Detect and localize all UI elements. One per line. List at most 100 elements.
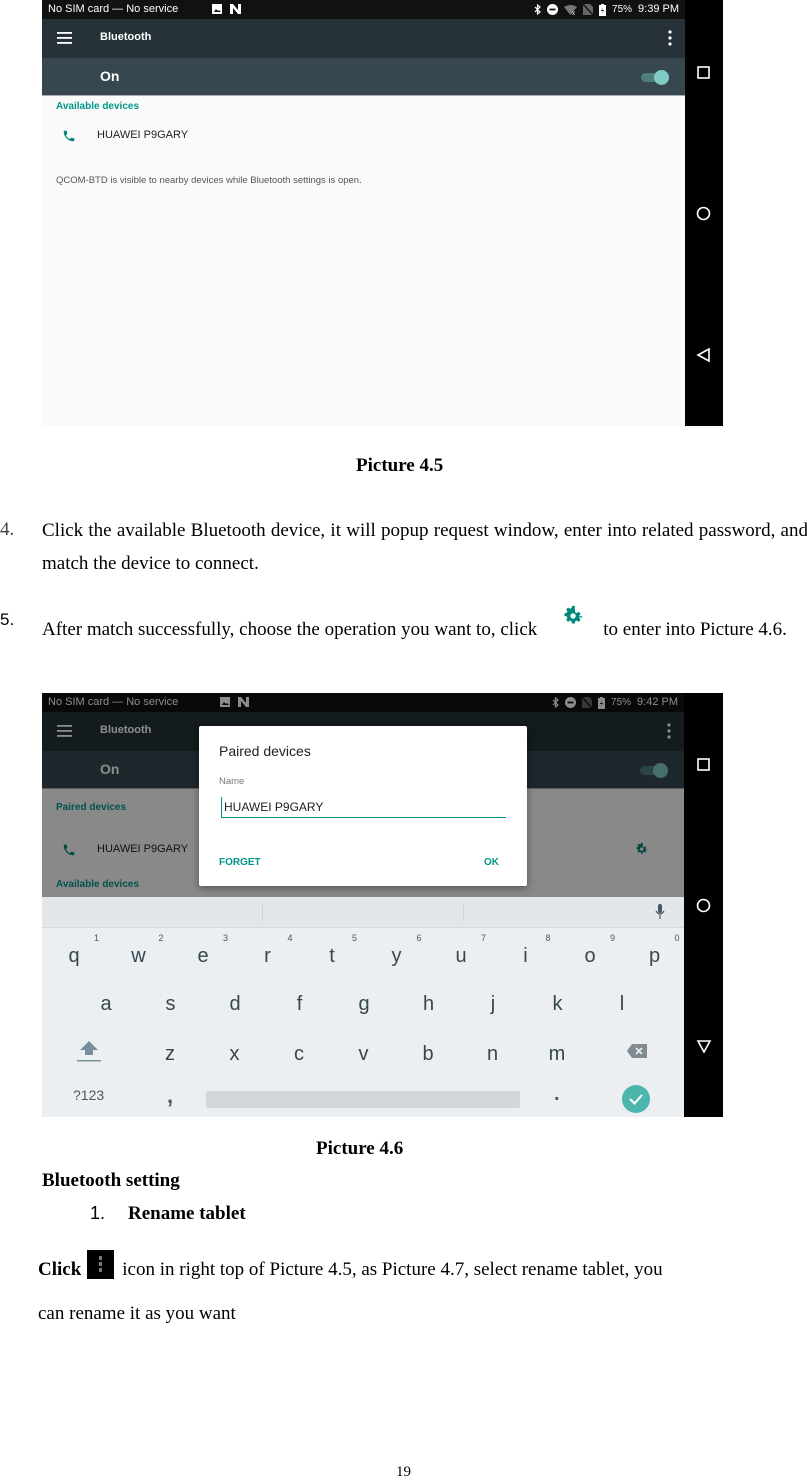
battery-charging-icon [599,3,607,16]
step-5-paragraph: After match successfully, choose the ope… [42,603,807,650]
symbols-key[interactable]: ?123 [73,1087,104,1103]
home-icon[interactable] [696,898,712,914]
clock: 9:39 PM [638,3,679,15]
key-h[interactable]: h [414,989,444,1019]
device-list-item[interactable]: HUAWEI P9GARY [42,123,685,151]
key-hint-0: 0 [674,933,680,943]
comma-key[interactable]: , [167,1083,173,1109]
bluetooth-toggle[interactable] [641,70,669,85]
home-icon[interactable] [696,206,712,222]
rename-text-line1: icon in right top of Picture 4.5, as Pic… [122,1259,663,1280]
key-hint-9: 9 [610,933,616,943]
step-5-text-after: to enter into Picture 4.6. [603,619,787,640]
caption-picture-4-5: Picture 4.5 [356,455,444,476]
check-icon [629,1094,643,1105]
more-options-icon [87,1250,115,1279]
key-hint-3: 3 [223,933,229,943]
key-e[interactable]: e [188,941,218,971]
hamburger-menu-icon[interactable] [57,32,72,44]
recents-icon[interactable] [696,65,712,81]
key-o[interactable]: o [575,941,605,971]
suggestion-divider [463,903,464,921]
microphone-icon[interactable] [655,904,665,920]
bluetooth-switch-bar[interactable]: On [42,58,685,96]
key-hint-6: 6 [416,933,422,943]
screenshot-picture-4-5: No SIM card — No service x 75% 9:39 PM B… [42,0,723,426]
done-key[interactable] [622,1085,650,1113]
device-name: HUAWEI P9GARY [97,129,189,141]
visibility-hint: QCOM-BTD is visible to nearby devices wh… [56,175,362,186]
key-g[interactable]: g [349,989,379,1019]
ok-button[interactable]: OK [484,857,499,868]
key-y[interactable]: y [382,941,412,971]
key-hint-2: 2 [158,933,164,943]
rename-text-line2: can rename it as you want [38,1303,236,1324]
key-i[interactable]: i [511,941,541,971]
page-number: 19 [396,1464,411,1480]
key-hint-7: 7 [481,933,487,943]
forget-button[interactable]: FORGET [219,857,261,868]
key-hint-4: 4 [287,933,293,943]
navigation-bar [685,0,723,426]
key-c[interactable]: c [284,1039,314,1069]
subsection-number: 1. [90,1203,106,1223]
key-q[interactable]: q [59,941,89,971]
click-lead: Click [38,1259,82,1280]
bluetooth-settings-screen: No SIM card — No service x 75% 9:39 PM B… [42,0,685,426]
caption-picture-4-6: Picture 4.6 [316,1138,404,1159]
switch-label: On [100,68,120,84]
key-p[interactable]: p [640,941,670,971]
key-j[interactable]: j [478,989,508,1019]
dialog-title: Paired devices [219,743,311,759]
key-k[interactable]: k [543,989,573,1019]
key-a[interactable]: a [91,989,121,1019]
paired-devices-dialog: Paired devices Name FORGET OK [199,726,527,886]
bluetooth-icon [534,4,541,15]
app-toolbar: Bluetooth [42,19,685,58]
subsection-title: Rename tablet [128,1203,246,1224]
key-d[interactable]: d [220,989,250,1019]
back-icon[interactable] [696,1038,712,1054]
toolbar-title: Bluetooth [100,31,152,43]
on-screen-keyboard: q1 w2 e3 r4 t5 y6 u7 i8 o9 p0 a s d f g h j k l z x c v b n m ?… [42,897,684,1117]
key-b[interactable]: b [413,1039,443,1069]
name-label: Name [219,776,245,787]
do-not-disturb-icon [547,4,559,15]
step-5-number: 5. [0,610,15,629]
step-5-text-before: After match successfully, choose the ope… [42,619,538,640]
device-name-input[interactable] [221,797,506,818]
key-x[interactable]: x [220,1039,250,1069]
key-u[interactable]: u [446,941,476,971]
suggestion-divider [262,903,263,921]
image-icon [212,4,222,14]
available-devices-header: Available devices [56,101,140,112]
paired-device-dialog-screen: No SIM card — No service 75% 9:42 PM Blu… [42,693,684,1117]
period-key[interactable]: . [554,1083,560,1106]
navigation-bar [685,693,723,1117]
section-title: Bluetooth setting [42,1170,180,1191]
key-n[interactable]: n [478,1039,508,1069]
recents-icon[interactable] [696,757,712,773]
status-icons: x 75% 9:39 PM [534,0,679,19]
svg-text:x: x [572,11,575,15]
more-vert-icon[interactable] [668,30,672,46]
key-r[interactable]: r [253,941,283,971]
wifi-off-icon: x [564,4,578,15]
key-f[interactable]: f [285,989,315,1019]
carrier-text: No SIM card — No service [48,3,179,15]
key-s[interactable]: s [156,989,186,1019]
spacebar-key[interactable] [206,1091,520,1108]
key-l[interactable]: l [607,989,637,1019]
back-icon[interactable] [696,347,712,363]
key-t[interactable]: t [317,941,347,971]
step-4-text: Click the available Bluetooth device, it… [42,520,807,574]
step-4-number: 4. [0,519,15,540]
key-z[interactable]: z [155,1039,185,1069]
phone-icon [63,130,75,142]
key-v[interactable]: v [349,1039,379,1069]
backspace-key-icon[interactable] [627,1044,647,1058]
key-m[interactable]: m [542,1039,572,1069]
key-w[interactable]: w [124,941,154,971]
settings-gear-icon [564,605,583,624]
shift-key-icon[interactable] [77,1038,101,1062]
